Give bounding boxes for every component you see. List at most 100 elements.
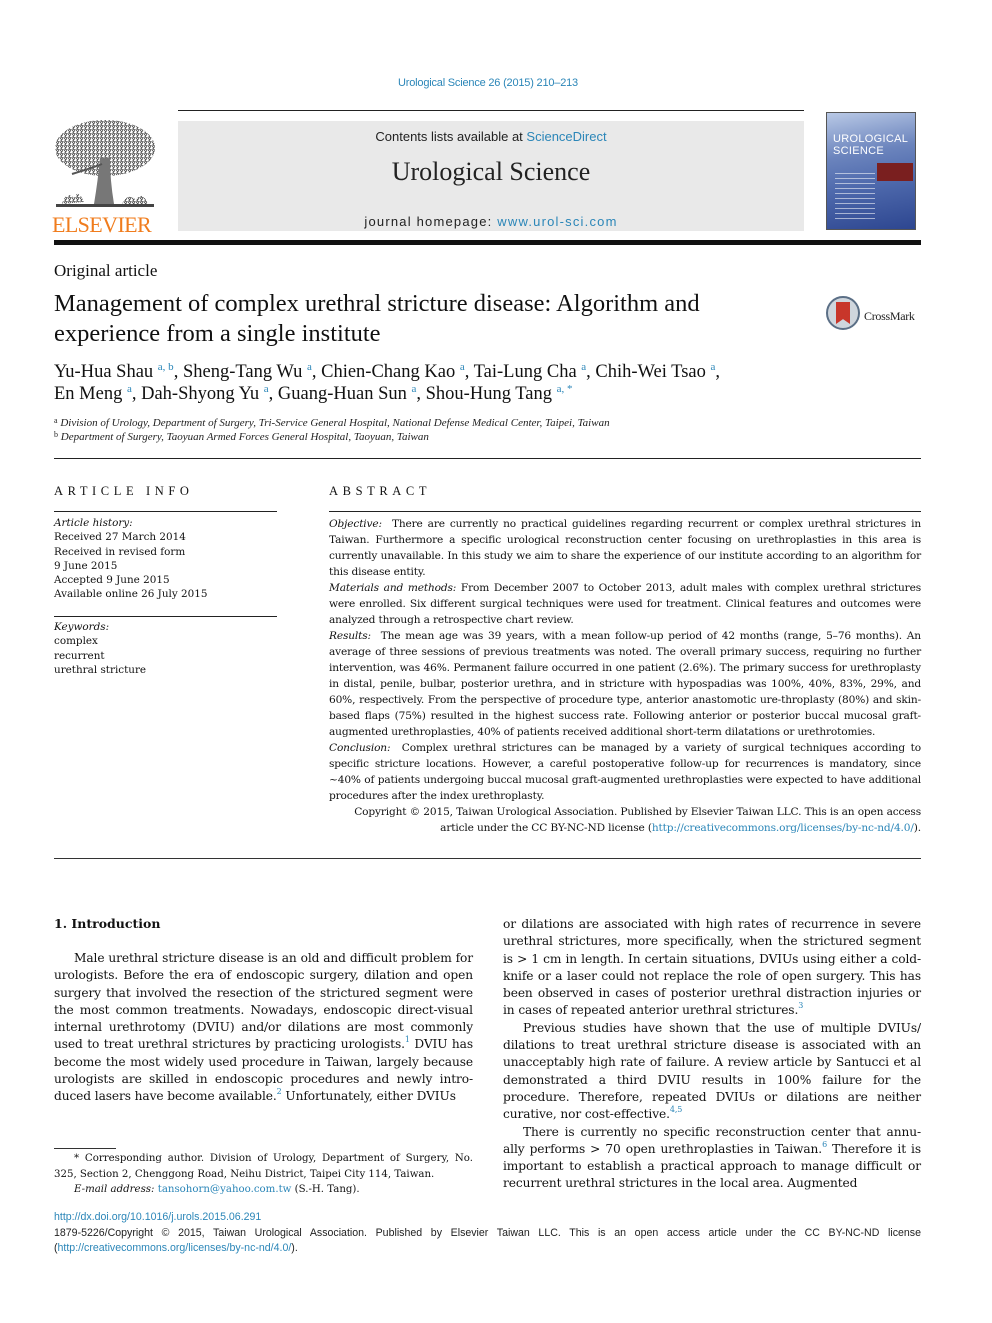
abstract-results: Results: The mean age was 39 years, with… xyxy=(329,628,921,740)
crossmark-label: CrossMark xyxy=(864,309,915,323)
author-affiliation-ref[interactable]: a xyxy=(412,383,417,395)
author-affiliation-ref[interactable]: a xyxy=(264,383,269,395)
email-suffix: (S.-H. Tang). xyxy=(291,1184,360,1195)
author-name[interactable]: Guang-Huan Sun xyxy=(278,384,407,404)
journal-cover-thumbnail[interactable]: UROLOGICAL SCIENCE xyxy=(826,112,916,230)
abstract-conclusion: Conclusion: Complex urethral strictures … xyxy=(329,740,921,804)
author-line-1: Yu-Hua Shau a, b, Sheng-Tang Wu a, Chien… xyxy=(54,361,720,383)
footnote-rule xyxy=(54,1148,116,1149)
affiliation-mark: b xyxy=(54,430,58,439)
author-affiliation-ref[interactable]: a xyxy=(710,361,715,373)
cover-title-line2: SCIENCE xyxy=(833,145,884,157)
keywords: Keywords: complex recurrent urethral str… xyxy=(54,620,146,677)
author-name[interactable]: Sheng-Tang Wu xyxy=(183,362,302,382)
license-link[interactable]: http://creativecommons.org/licenses/by-n… xyxy=(652,822,914,834)
keyword-item: recurrent xyxy=(54,649,105,662)
article-history-label: Article history: xyxy=(54,517,133,529)
author-affiliation-ref[interactable]: a xyxy=(581,361,586,373)
history-item: Accepted 9 June 2015 xyxy=(54,574,170,587)
abstract-objective: Objective: There are currently no practi… xyxy=(329,516,921,580)
footnote: * Corresponding author. Division of Urol… xyxy=(54,1151,473,1198)
author-affiliation-ref[interactable]: a, b xyxy=(158,361,174,373)
keywords-divider xyxy=(54,616,277,617)
abstract-section-text: Complex urethral strictures can be manag… xyxy=(329,742,922,802)
homepage-prefix: journal homepage: xyxy=(364,214,498,229)
abstract-bottom-rule xyxy=(54,858,921,859)
author-affiliation-ref[interactable]: a xyxy=(307,361,312,373)
affiliation-b: b Department of Surgery, Taoyuan Armed F… xyxy=(54,430,429,443)
author-list: Yu-Hua Shau a, b, Sheng-Tang Wu a, Chien… xyxy=(54,361,854,405)
cover-title-line1: UROLOGICAL xyxy=(833,133,909,145)
keyword-item: urethral stricture xyxy=(54,663,147,676)
abstract-divider xyxy=(329,511,921,512)
body-paragraph: Previous studies have shown that the use… xyxy=(503,1020,921,1124)
article-title: Management of complex urethral stricture… xyxy=(54,290,700,347)
elsevier-wordmark: ELSEVIER xyxy=(52,212,152,237)
abstract-section-label: Results: xyxy=(329,630,371,642)
cover-image xyxy=(877,163,913,181)
cover-toc-lines xyxy=(835,173,875,223)
journal-citation[interactable]: Urological Science 26 (2015) 210–213 xyxy=(0,77,976,89)
header-rule xyxy=(178,110,804,111)
body-paragraph: or dilations are associated with high ra… xyxy=(503,916,921,1020)
author-line-2: En Meng a, Dah-Shyong Yu a, Guang-Huan S… xyxy=(54,383,573,405)
body-paragraph: Male urethral stricture disease is an ol… xyxy=(54,950,473,1106)
author-name[interactable]: Tai-Lung Cha xyxy=(474,362,577,382)
author-name[interactable]: Yu-Hua Shau xyxy=(54,362,153,382)
contents-prefix: Contents lists available at xyxy=(375,129,527,144)
affiliation-text: Department of Surgery, Taoyuan Armed For… xyxy=(60,431,429,443)
body-text: Previous studies have shown that the use… xyxy=(503,1020,921,1122)
body-column-left: Male urethral stricture disease is an ol… xyxy=(54,950,473,1106)
body-text: Unfortunately, either DVIUs xyxy=(281,1089,456,1104)
email-link[interactable]: tansohorn@yahoo.com.tw xyxy=(158,1184,292,1195)
article-history: Article history: Received 27 March 2014 … xyxy=(54,516,207,602)
history-item: Available online 26 July 2015 xyxy=(54,588,208,601)
crossmark-badge[interactable]: CrossMark xyxy=(824,294,924,336)
affiliation-text: Division of Urology, Department of Surge… xyxy=(60,417,610,429)
history-item: Received in revised form xyxy=(54,545,186,558)
keywords-label: Keywords: xyxy=(54,621,110,633)
abstract-section-label: Objective: xyxy=(329,518,382,530)
abstract-copyright: Copyright © 2015, Taiwan Urological Asso… xyxy=(329,804,921,836)
tree-icon xyxy=(55,120,155,207)
article-type: Original article xyxy=(54,261,158,280)
abstract-methods: Materials and methods: From December 200… xyxy=(329,580,921,628)
abstract-section-label: Materials and methods: xyxy=(329,582,457,594)
history-item: 9 June 2015 xyxy=(54,559,118,572)
abstract-body: Objective: There are currently no practi… xyxy=(329,516,921,836)
abstract-section-label: Conclusion: xyxy=(329,742,391,754)
abstract-section-text: There are currently no practical guideli… xyxy=(329,518,921,578)
history-item: Received 27 March 2014 xyxy=(54,531,186,544)
author-name[interactable]: En Meng xyxy=(54,384,122,404)
homepage-link[interactable]: www.urol-sci.com xyxy=(497,214,617,229)
article-info-heading: ARTICLE INFO xyxy=(54,484,194,498)
cover-title: UROLOGICAL SCIENCE xyxy=(833,133,908,157)
reference-link[interactable]: 3 xyxy=(798,1001,803,1010)
corresponding-author-note: * Corresponding author. Division of Urol… xyxy=(54,1153,473,1180)
abstract-section-text: The mean age was 39 years, with a mean f… xyxy=(329,630,921,738)
sciencedirect-link[interactable]: ScienceDirect xyxy=(526,129,606,144)
issn-end: ). xyxy=(291,1242,298,1254)
author-name[interactable]: Chih-Wei Tsao xyxy=(595,362,705,382)
affiliation-a: a Division of Urology, Department of Sur… xyxy=(54,416,610,429)
copyright-end: ). xyxy=(913,822,921,834)
footer-license-link[interactable]: http://creativecommons.org/licenses/by-n… xyxy=(58,1242,292,1254)
contents-available-line: Contents lists available at ScienceDirec… xyxy=(178,129,804,144)
journal-masthead: Contents lists available at ScienceDirec… xyxy=(178,121,804,231)
author-name[interactable]: Dah-Shyong Yu xyxy=(141,384,259,404)
journal-homepage-line: journal homepage: www.urol-sci.com xyxy=(178,214,804,229)
author-affiliation-ref[interactable]: a xyxy=(460,361,465,373)
issn-copyright: 1879-5226/Copyright © 2015, Taiwan Urolo… xyxy=(54,1226,921,1256)
keyword-item: complex xyxy=(54,635,98,648)
author-affiliation-ref[interactable]: a xyxy=(127,383,132,395)
article-info-divider xyxy=(54,511,277,512)
journal-title: Urological Science xyxy=(391,157,591,186)
author-name[interactable]: Shou-Hung Tang xyxy=(426,384,552,404)
author-name[interactable]: Chien-Chang Kao xyxy=(321,362,455,382)
abstract-heading: ABSTRACT xyxy=(329,484,432,498)
affiliation-divider xyxy=(54,458,921,459)
body-column-right: or dilations are associated with high ra… xyxy=(503,916,921,1193)
reference-link[interactable]: 4,5 xyxy=(670,1105,683,1114)
doi-link[interactable]: http://dx.doi.org/10.1016/j.urols.2015.0… xyxy=(54,1211,261,1223)
author-affiliation-ref[interactable]: a, * xyxy=(557,383,573,395)
